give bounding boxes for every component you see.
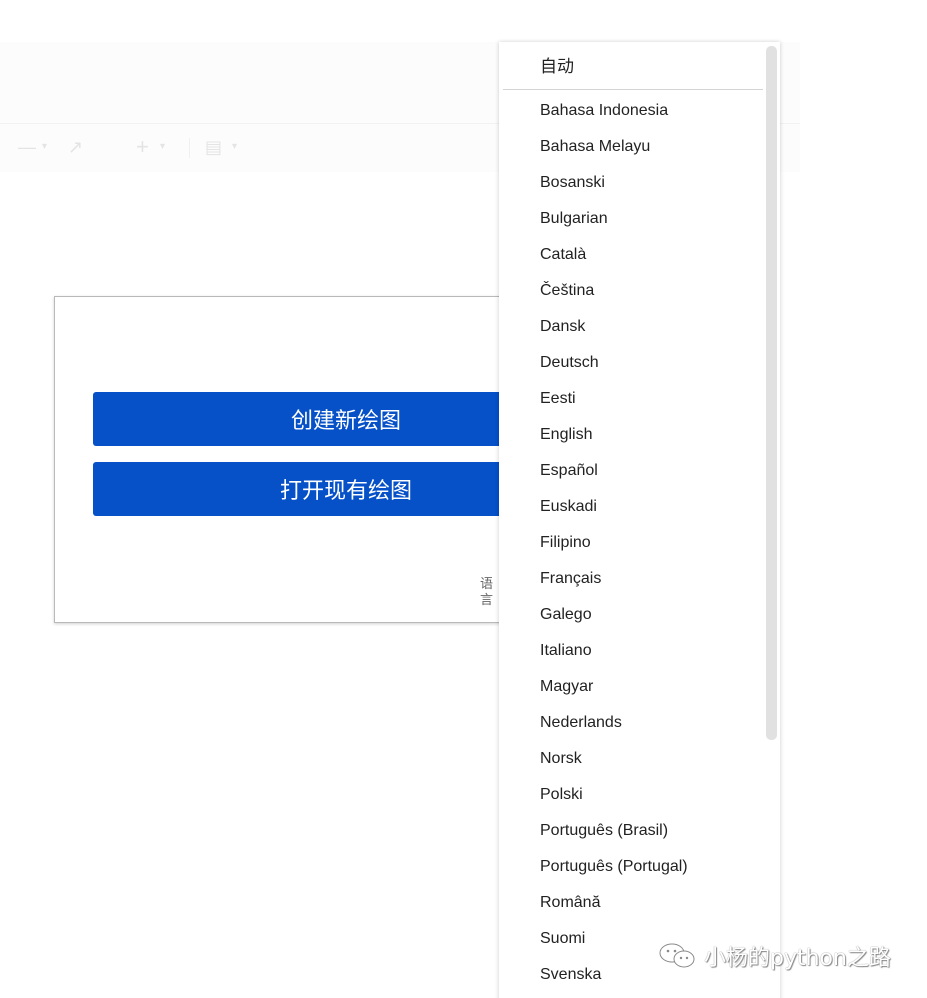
language-option[interactable]: Bulgarian	[499, 201, 764, 237]
language-option[interactable]: Magyar	[499, 669, 764, 705]
chevron-down-icon[interactable]: ▾	[232, 136, 237, 158]
language-option-auto[interactable]: 自动	[499, 42, 764, 89]
language-option[interactable]: Deutsch	[499, 345, 764, 381]
start-dialog: 创建新绘图 打开现有绘图 语言	[54, 296, 526, 623]
language-option[interactable]: Español	[499, 453, 764, 489]
open-existing-diagram-button[interactable]: 打开现有绘图	[93, 462, 523, 516]
language-option[interactable]: Română	[499, 885, 764, 921]
language-option[interactable]: Português (Portugal)	[499, 849, 764, 885]
language-option[interactable]: Norsk	[499, 741, 764, 777]
open-existing-diagram-label: 打开现有绘图	[279, 479, 412, 504]
language-option[interactable]: Suomi	[499, 921, 764, 957]
create-new-diagram-label: 创建新绘图	[290, 409, 401, 434]
language-option[interactable]: Galego	[499, 597, 764, 633]
language-option[interactable]: Bahasa Indonesia	[499, 93, 764, 129]
language-option[interactable]: Filipino	[499, 525, 764, 561]
menu-scrollbar[interactable]	[764, 42, 780, 998]
language-option[interactable]: Dansk	[499, 309, 764, 345]
language-option[interactable]: Català	[499, 237, 764, 273]
language-option[interactable]: Nederlands	[499, 705, 764, 741]
language-menu: 自动 Bahasa Indonesia Bahasa Melayu Bosans…	[499, 42, 780, 998]
redo-icon[interactable]: ↗	[68, 136, 83, 158]
language-link[interactable]: 语言	[480, 577, 494, 609]
language-option[interactable]: Français	[499, 561, 764, 597]
chevron-down-icon[interactable]: ▾	[160, 136, 165, 158]
chevron-down-icon[interactable]: ▾	[42, 136, 47, 158]
zoom-out-icon[interactable]: —	[18, 136, 36, 158]
create-new-diagram-button[interactable]: 创建新绘图	[93, 392, 523, 446]
language-option[interactable]: Euskadi	[499, 489, 764, 525]
insert-plus-icon[interactable]: +	[136, 136, 149, 158]
menu-scrollbar-thumb[interactable]	[766, 46, 777, 740]
language-option[interactable]: Čeština	[499, 273, 764, 309]
language-option[interactable]: Svenska	[499, 957, 764, 993]
menu-divider	[503, 89, 763, 90]
language-option[interactable]: Italiano	[499, 633, 764, 669]
screen: — ▾ ↗ + ▾ ▤ ▾ 创建新绘图 打开现有绘图 语言 自动 Bahasa …	[0, 0, 927, 998]
language-option[interactable]: Bosanski	[499, 165, 764, 201]
toolbar-separator	[189, 138, 190, 158]
language-option[interactable]: Bahasa Melayu	[499, 129, 764, 165]
language-list: Bahasa Indonesia Bahasa Melayu Bosanski …	[499, 93, 764, 993]
language-option[interactable]: Polski	[499, 777, 764, 813]
language-option[interactable]: Português (Brasil)	[499, 813, 764, 849]
format-panel-icon[interactable]: ▤	[205, 136, 222, 158]
language-option[interactable]: Eesti	[499, 381, 764, 417]
language-option[interactable]: English	[499, 417, 764, 453]
